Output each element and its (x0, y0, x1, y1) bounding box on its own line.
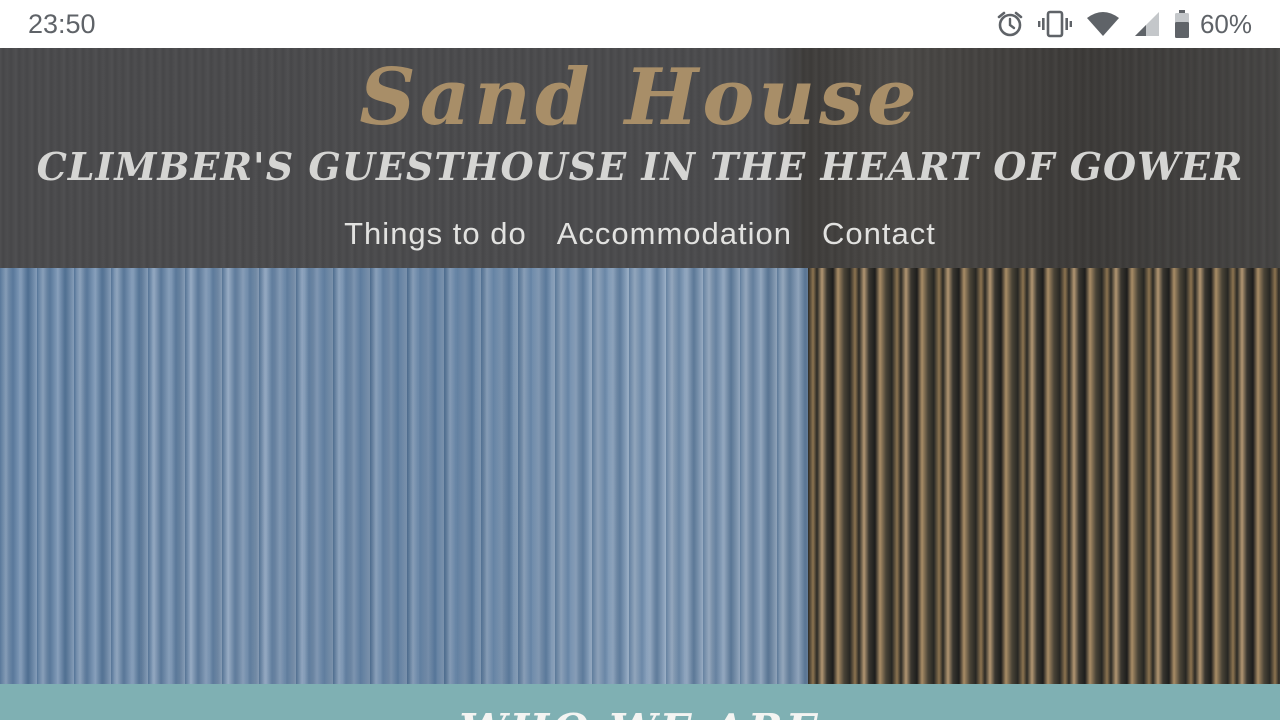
hero-image-right (808, 268, 1280, 684)
who-we-are-section: WHO WE ARE (0, 684, 1280, 720)
status-time: 23:50 (28, 9, 96, 39)
hero-image (0, 268, 1280, 684)
status-icons: 60% (996, 8, 1252, 40)
site-title[interactable]: Sand House (0, 50, 1280, 146)
nav-link-accommodation[interactable]: Accommodation (557, 212, 792, 256)
site-tagline: CLIMBER'S GUESTHOUSE IN THE HEART OF GOW… (36, 144, 1244, 189)
battery-percent: 60% (1199, 8, 1252, 39)
nav-link-things-to-do[interactable]: Things to do (344, 212, 527, 256)
vibrate-icon (1037, 10, 1072, 38)
cell-signal-icon (1134, 11, 1160, 37)
battery-icon (1174, 10, 1190, 38)
wifi-icon (1086, 11, 1120, 37)
hero-image-left (0, 268, 808, 684)
nav-link-contact[interactable]: Contact (822, 212, 936, 256)
main-nav: Things to do Accommodation Contact (0, 212, 1280, 256)
site-header: Sand House CLIMBER'S GUESTHOUSE IN THE H… (0, 48, 1280, 268)
alarm-icon (996, 10, 1024, 38)
status-bar: 23:50 60% (0, 0, 1280, 48)
section-heading: WHO WE ARE (0, 706, 1280, 720)
